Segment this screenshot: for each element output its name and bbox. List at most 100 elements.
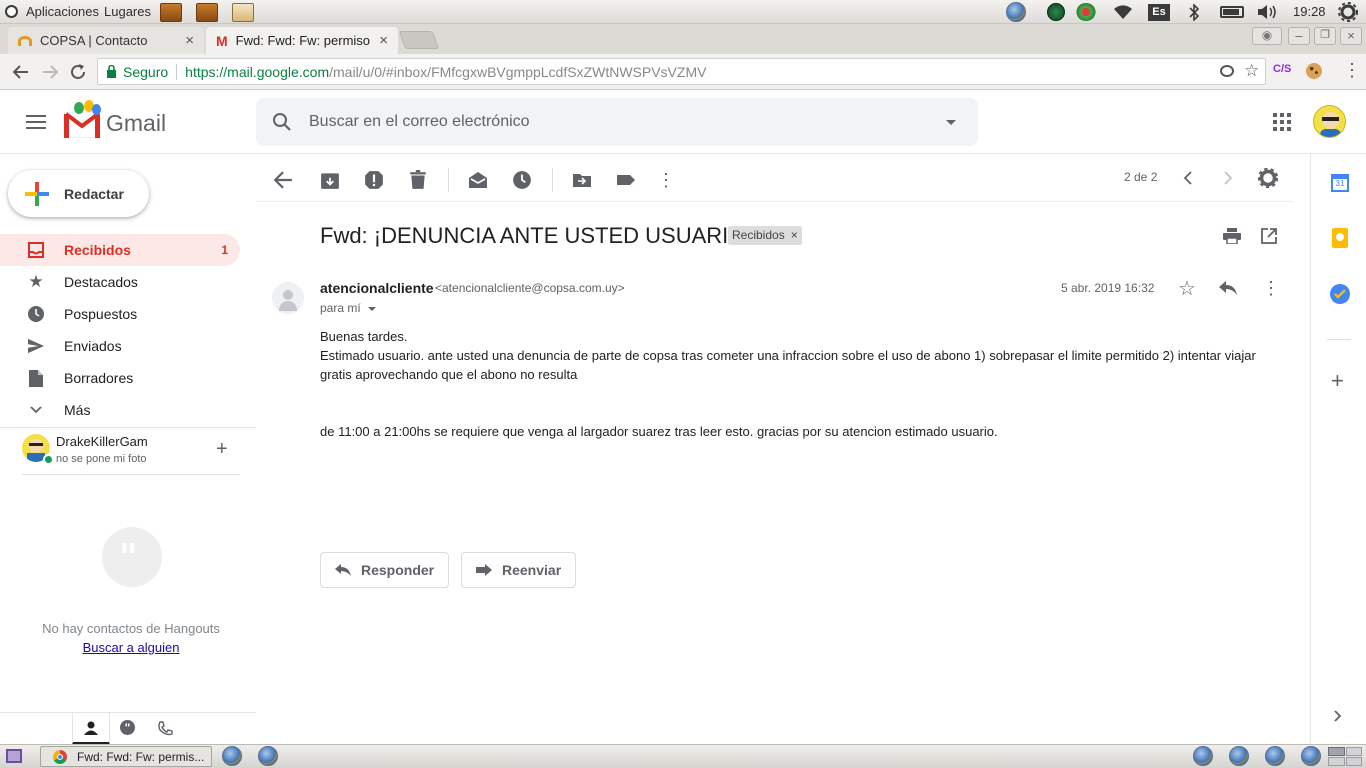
nav-item-drafts[interactable]: Borradores bbox=[0, 362, 240, 394]
profile-button[interactable]: ◉ bbox=[1252, 27, 1282, 45]
view-icon[interactable] bbox=[1220, 65, 1234, 77]
phone-icon[interactable] bbox=[157, 721, 173, 737]
launcher-files-icon[interactable] bbox=[160, 3, 182, 22]
email-body: Buenas tardes. Estimado usuario. ante us… bbox=[320, 327, 1280, 441]
system-gear-icon[interactable] bbox=[1338, 2, 1358, 22]
search-options-chevron-icon[interactable] bbox=[946, 119, 956, 125]
taskbar-globe-icon[interactable] bbox=[1229, 746, 1249, 766]
back-to-inbox-icon[interactable] bbox=[273, 170, 293, 190]
close-tab-icon[interactable]: × bbox=[379, 32, 388, 49]
search-bar[interactable]: Buscar en el correo electrónico bbox=[256, 98, 978, 146]
bluetooth-icon[interactable] bbox=[1188, 4, 1200, 21]
recipient-details-chevron-icon[interactable] bbox=[368, 307, 376, 311]
minimize-window-button[interactable]: – bbox=[1288, 27, 1310, 45]
battery-icon[interactable] bbox=[1220, 6, 1244, 18]
workspace-switcher[interactable] bbox=[1328, 747, 1362, 766]
taskbar-window-button[interactable]: Fwd: Fwd: Fw: permis... bbox=[40, 746, 212, 767]
reply-button[interactable]: Responder bbox=[320, 552, 449, 588]
remove-label-close-icon[interactable]: × bbox=[791, 226, 798, 245]
nav-item-starred[interactable]: ★ Destacados bbox=[0, 266, 240, 298]
clock[interactable]: 19:28 bbox=[1293, 4, 1326, 19]
taskbar-globe-icon[interactable] bbox=[258, 746, 278, 766]
launcher-document-icon[interactable] bbox=[232, 3, 254, 22]
forward-arrow-icon[interactable] bbox=[41, 63, 59, 81]
taskbar-globe-icon[interactable] bbox=[222, 746, 242, 766]
browser-globe-icon[interactable] bbox=[1006, 2, 1026, 22]
close-tab-icon[interactable]: × bbox=[185, 32, 194, 49]
more-actions-icon[interactable]: ⋮ bbox=[656, 170, 676, 190]
inbox-label-chip[interactable]: Recibidos × bbox=[728, 226, 802, 245]
send-icon bbox=[28, 338, 44, 354]
main-menu-icon[interactable] bbox=[26, 114, 46, 130]
sender-avatar[interactable] bbox=[272, 282, 304, 314]
open-in-new-window-icon[interactable] bbox=[1261, 228, 1277, 244]
browser-menu-icon[interactable]: ⋮ bbox=[1343, 60, 1361, 80]
forward-button[interactable]: Reenviar bbox=[461, 552, 576, 588]
expand-panel-chevron-icon[interactable] bbox=[1334, 710, 1342, 722]
back-arrow-icon[interactable] bbox=[12, 63, 30, 81]
maximize-window-button[interactable]: ❐ bbox=[1314, 27, 1336, 45]
taskbar-globe-icon[interactable] bbox=[1193, 746, 1213, 766]
mark-unread-icon[interactable] bbox=[468, 170, 488, 190]
print-icon[interactable] bbox=[1223, 228, 1241, 244]
apps-menu-icon[interactable] bbox=[5, 5, 18, 18]
taskbar-globe-icon[interactable] bbox=[1301, 746, 1321, 766]
new-tab-button[interactable] bbox=[398, 31, 440, 49]
conversations-tab-quote-icon[interactable]: " bbox=[120, 720, 135, 735]
star-message-icon[interactable]: ☆ bbox=[1178, 276, 1196, 301]
gmail-logo[interactable]: Gmail bbox=[64, 100, 174, 142]
close-window-button[interactable]: × bbox=[1340, 27, 1362, 45]
report-spam-icon[interactable] bbox=[364, 170, 384, 190]
reload-icon[interactable] bbox=[69, 63, 87, 81]
places-menu[interactable]: Lugares bbox=[104, 4, 151, 19]
archive-icon[interactable] bbox=[320, 170, 340, 190]
message-more-icon[interactable]: ⋮ bbox=[1262, 278, 1280, 299]
label-icon[interactable] bbox=[616, 170, 636, 190]
compose-label: Redactar bbox=[64, 185, 124, 202]
hangouts-user[interactable]: DrakeKillerGam no se pone mi foto + bbox=[22, 434, 242, 472]
address-bar[interactable]: Seguro https://mail.google.com /mail/u/0… bbox=[97, 58, 1266, 85]
tab-copsa-contacto[interactable]: COPSA | Contacto × bbox=[8, 27, 204, 54]
search-icon[interactable] bbox=[272, 112, 292, 132]
show-desktop-icon[interactable] bbox=[6, 749, 22, 763]
reply-icon[interactable] bbox=[1219, 281, 1237, 295]
bookmark-star-icon[interactable]: ☆ bbox=[1244, 61, 1259, 81]
settings-gear-icon[interactable] bbox=[1258, 168, 1278, 188]
account-avatar[interactable] bbox=[1313, 105, 1346, 138]
wifi-icon[interactable] bbox=[1113, 4, 1133, 20]
nav-item-sent[interactable]: Enviados bbox=[0, 330, 240, 362]
contacts-tab-person-icon[interactable] bbox=[72, 713, 110, 745]
nav-label: Más bbox=[64, 402, 91, 418]
reply-arrow-icon bbox=[335, 564, 351, 576]
newer-chevron-left-icon[interactable] bbox=[1183, 171, 1193, 185]
volume-icon[interactable] bbox=[1257, 4, 1279, 20]
sender-name[interactable]: atencionalcliente bbox=[320, 280, 434, 296]
snooze-icon[interactable] bbox=[512, 170, 532, 190]
calendar-icon[interactable]: 31 bbox=[1331, 174, 1349, 192]
cookie-extension-icon[interactable] bbox=[1306, 63, 1322, 79]
tab-gmail-message[interactable]: M Fwd: Fwd: Fw: permiso p × bbox=[206, 27, 398, 54]
launcher-files-icon-2[interactable] bbox=[196, 3, 218, 22]
extension-cs-icon[interactable]: C/S bbox=[1273, 63, 1291, 75]
get-addons-plus-icon[interactable]: + bbox=[1331, 370, 1344, 392]
hangouts-user-status: no se pone mi foto bbox=[56, 453, 147, 465]
recipient-line[interactable]: para mí bbox=[320, 301, 361, 315]
nav-item-inbox[interactable]: Recibidos 1 bbox=[0, 234, 240, 266]
taskbar-globe-icon[interactable] bbox=[1265, 746, 1285, 766]
nav-item-more[interactable]: Más bbox=[0, 394, 240, 426]
keyboard-layout-indicator[interactable]: Es bbox=[1148, 4, 1170, 21]
tasks-icon[interactable] bbox=[1330, 284, 1350, 304]
apps-grid-icon[interactable] bbox=[1273, 113, 1291, 131]
keep-icon[interactable] bbox=[1332, 228, 1348, 248]
delete-icon[interactable] bbox=[408, 170, 428, 190]
green-circle-tray-icon[interactable] bbox=[1047, 3, 1065, 21]
search-input[interactable]: Buscar en el correo electrónico bbox=[309, 113, 946, 131]
older-chevron-right-icon[interactable] bbox=[1223, 171, 1233, 185]
nav-item-snoozed[interactable]: Pospuestos bbox=[0, 298, 240, 330]
find-someone-link[interactable]: Buscar a alguien bbox=[0, 640, 262, 655]
flower-tray-icon[interactable] bbox=[1076, 3, 1096, 21]
add-contact-plus-icon[interactable]: + bbox=[216, 438, 228, 461]
move-to-icon[interactable] bbox=[572, 170, 592, 190]
applications-menu[interactable]: Aplicaciones bbox=[26, 4, 99, 19]
compose-button[interactable]: Redactar bbox=[8, 170, 149, 217]
